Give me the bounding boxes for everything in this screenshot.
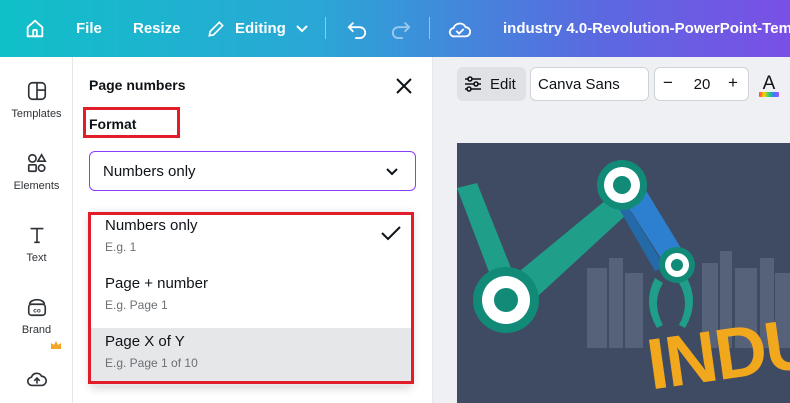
undo-button[interactable] — [346, 0, 368, 57]
svg-text:A: A — [763, 73, 776, 94]
text-color-icon: A — [759, 73, 779, 97]
rail-label-text: Text — [26, 252, 47, 264]
rail-item-elements[interactable]: Elements — [0, 152, 73, 192]
font-size-stepper: − 20 + — [654, 67, 749, 101]
slide-thumbnail[interactable]: INDU — [457, 143, 790, 403]
format-select[interactable]: Numbers only — [89, 151, 416, 191]
brand-icon: co — [27, 298, 46, 317]
templates-icon — [27, 81, 46, 101]
rail-label-templates: Templates — [11, 108, 62, 120]
increase-size-button[interactable]: + — [728, 73, 738, 93]
home-icon — [26, 19, 44, 37]
cloud-check-icon — [448, 22, 472, 37]
svg-text:co: co — [33, 308, 41, 315]
highlight-box — [88, 212, 414, 384]
chevron-down-icon — [386, 168, 398, 176]
text-icon — [30, 227, 43, 244]
page-numbers-panel: Page numbers Format Numbers only Numbers… — [73, 57, 433, 403]
rail-label-elements: Elements — [13, 180, 60, 192]
redo-icon — [391, 21, 411, 39]
font-name: Canva Sans — [538, 75, 620, 93]
divider — [325, 17, 326, 39]
rail-item-text[interactable]: Text — [0, 224, 73, 264]
rail-item-templates[interactable]: Templates — [0, 80, 73, 120]
crown-icon — [51, 341, 61, 349]
font-family-select[interactable]: Canva Sans — [530, 67, 649, 101]
home-button[interactable] — [24, 0, 46, 57]
left-rail: Templates Elements Text co Brand — [0, 57, 73, 403]
cloud-save-status[interactable] — [448, 0, 472, 57]
file-menu[interactable]: File — [76, 0, 102, 57]
pencil-icon — [208, 20, 224, 37]
rail-item-brand[interactable]: co Brand — [0, 296, 73, 336]
divider — [429, 17, 430, 39]
sliders-icon — [465, 76, 481, 92]
resize-button[interactable]: Resize — [133, 0, 181, 57]
rail-label-brand: Brand — [21, 324, 52, 336]
elements-icon — [27, 153, 47, 173]
font-size-value[interactable]: 20 — [691, 76, 713, 93]
text-color-button[interactable]: A — [758, 70, 780, 100]
undo-icon — [347, 21, 367, 39]
upload-icon — [26, 372, 47, 387]
editing-label: Editing — [235, 20, 286, 37]
panel-title: Page numbers — [89, 77, 186, 93]
redo-button[interactable] — [390, 0, 412, 57]
top-bar: File Resize Editing industry 4.0-Revolut… — [0, 0, 790, 57]
rail-item-uploads[interactable] — [0, 368, 73, 396]
document-title[interactable]: industry 4.0-Revolution-PowerPoint-Tem..… — [503, 0, 790, 57]
format-select-value: Numbers only — [103, 162, 196, 180]
edit-label: Edit — [490, 75, 516, 93]
chevron-down-icon — [296, 24, 308, 32]
close-icon — [396, 78, 412, 94]
decrease-size-button[interactable]: − — [663, 73, 673, 93]
format-label: Format — [89, 116, 137, 132]
close-button[interactable] — [393, 75, 415, 97]
editing-mode-button[interactable]: Editing — [206, 0, 309, 57]
edit-button[interactable]: Edit — [457, 67, 526, 101]
